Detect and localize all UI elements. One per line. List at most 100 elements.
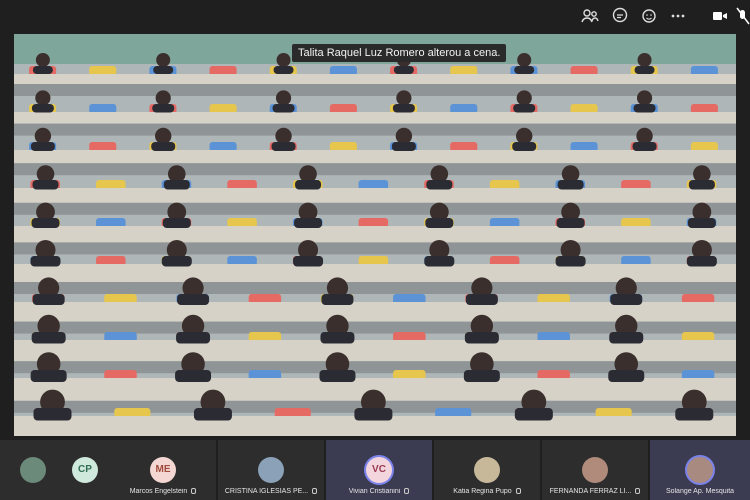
attendee-body [30, 370, 67, 382]
attendee-body [30, 256, 61, 267]
chat-icon[interactable] [610, 6, 630, 26]
attendee-body [555, 256, 586, 267]
attendee-body [465, 294, 498, 305]
attendee-body [686, 256, 717, 267]
desk-front [14, 84, 736, 96]
attendee-body [272, 104, 295, 113]
attendee-head [276, 53, 291, 67]
participant-tile[interactable]: FERNANDA FERRAZ LI... [542, 440, 648, 500]
attendee-body [425, 218, 454, 228]
attendee-body [556, 218, 585, 228]
attendee-body [633, 104, 656, 113]
desk-front [14, 163, 736, 176]
attendee-body [294, 218, 323, 228]
attendee-body [557, 180, 584, 190]
desk-front [14, 202, 736, 215]
participant-photo [474, 457, 500, 483]
attendee-body [31, 332, 66, 344]
attendee-body [175, 370, 212, 382]
attendee-body [354, 408, 393, 421]
attendee-body [177, 294, 210, 305]
attendee-head [35, 53, 50, 67]
attendee-head [637, 53, 652, 67]
desk-row [14, 150, 736, 164]
attendee-body [30, 142, 55, 151]
mic-icon [191, 488, 197, 494]
mic-icon [404, 488, 410, 494]
desk-front [14, 242, 736, 255]
attendee-body [32, 180, 59, 190]
attendee-head [34, 127, 52, 145]
desk-row [14, 226, 736, 243]
attendee-body [391, 142, 416, 151]
attendee-head [275, 90, 292, 106]
attendee-body [293, 256, 324, 267]
attendee-body [392, 104, 415, 113]
attendee-body [513, 104, 536, 113]
participant-tile[interactable]: Katia Regina Pupo [434, 440, 540, 500]
attendee-body [31, 104, 54, 113]
attendee-body [151, 142, 176, 151]
participant-name: Katia Regina Pupo [453, 488, 512, 495]
participant-photo [582, 457, 608, 483]
attendee-body [512, 142, 537, 151]
participant-initials: CP [72, 457, 98, 483]
attendee-head [516, 90, 532, 106]
attendee-head [517, 53, 532, 67]
attendee-head [636, 127, 653, 145]
camera-icon[interactable] [710, 6, 730, 26]
attendee-body [162, 218, 191, 228]
attendee-body [271, 142, 296, 151]
mic-icon [515, 488, 521, 494]
participant-tile[interactable]: CRISTINA IGLESIAS PE... [218, 440, 324, 500]
reactions-icon[interactable] [640, 6, 660, 26]
attendee-head [155, 90, 171, 106]
attendee-head [636, 90, 653, 106]
attendee-body [393, 66, 414, 74]
attendee-head [156, 53, 171, 67]
attendee-body [464, 332, 499, 344]
mic-icon [635, 488, 641, 494]
participant-tile[interactable]: CP [0, 440, 110, 500]
attendee-body [176, 332, 211, 344]
more-icon[interactable] [668, 6, 688, 26]
scene-change-toast: Talita Raquel Luz Romero alterou a cena. [292, 44, 507, 62]
attendee-body [632, 142, 657, 151]
attendee-head [35, 90, 51, 106]
attendee-body [319, 370, 356, 382]
participant-initials: VC [366, 457, 392, 483]
participant-tile[interactable]: ME Marcos Engelstein [110, 440, 216, 500]
attendee-body [153, 66, 174, 74]
attendee-body [675, 408, 714, 421]
participant-photo [258, 457, 284, 483]
desk-row [14, 74, 736, 84]
participant-tile-speaking[interactable]: Solange Ap. Mesquita [650, 440, 750, 500]
attendee-body [32, 66, 53, 74]
people-icon[interactable] [580, 6, 600, 26]
attendee-body [514, 66, 535, 74]
desk-front [14, 123, 736, 136]
attendee-body [610, 294, 643, 305]
classroom-scene [14, 34, 736, 436]
mic-icon [312, 488, 318, 494]
attendee-head [395, 127, 413, 145]
attendee-body [163, 180, 190, 190]
mic-off-icon[interactable] [733, 6, 750, 26]
attendee-body [152, 104, 175, 113]
participant-tile-speaking[interactable]: VC Vivian Cristianini [326, 440, 432, 500]
together-mode-stage [14, 34, 736, 436]
participant-name: Solange Ap. Mesquita [665, 488, 735, 495]
attendee-body [321, 294, 354, 305]
desk-row [14, 112, 736, 124]
attendee-body [424, 256, 455, 267]
desk-row [14, 188, 736, 203]
attendee-body [273, 66, 294, 74]
attendee-body [33, 408, 72, 421]
attendee-body [161, 256, 192, 267]
participant-name: Vivian Cristianini [348, 488, 401, 495]
attendee-body [295, 180, 322, 190]
attendee-body [32, 294, 65, 305]
attendee-head [155, 127, 172, 145]
attendee-body [687, 218, 716, 228]
attendee-body [634, 66, 655, 74]
